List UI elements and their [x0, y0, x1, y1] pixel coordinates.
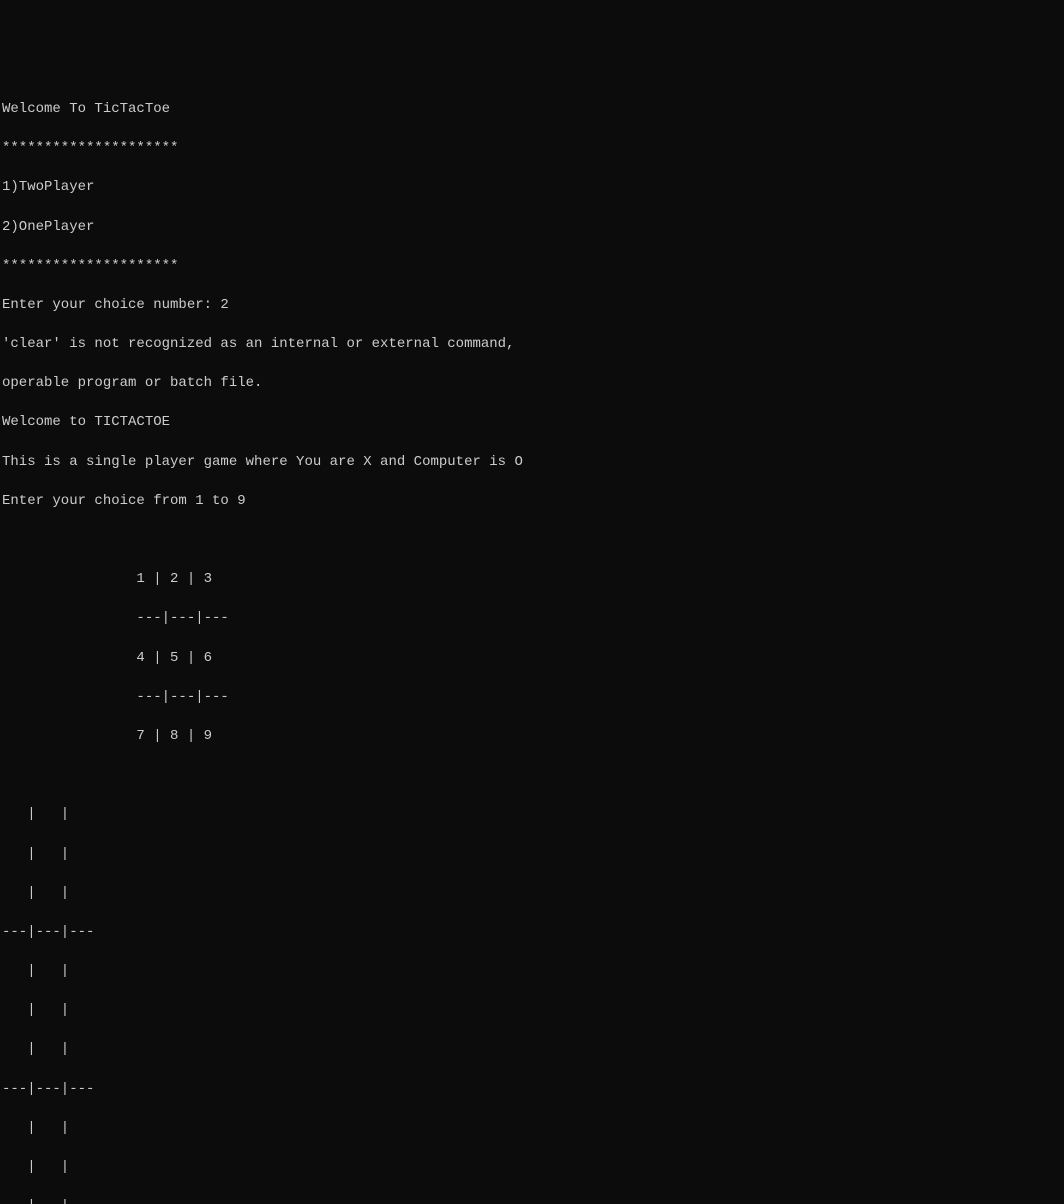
- blank-line: [2, 766, 1062, 786]
- welcome-title: Welcome To TicTacToe: [2, 100, 1062, 120]
- game-board-row: | |: [2, 1197, 1062, 1204]
- game-board-row: | |: [2, 1158, 1062, 1178]
- game-board-row: | |: [2, 884, 1062, 904]
- game-board-separator: ---|---|---: [2, 1080, 1062, 1100]
- game-board-row: | |: [2, 1119, 1062, 1139]
- game-board-separator: ---|---|---: [2, 923, 1062, 943]
- reference-grid-row: 1 | 2 | 3: [2, 570, 1062, 590]
- reference-grid-row: 7 | 8 | 9: [2, 727, 1062, 747]
- range-prompt: Enter your choice from 1 to 9: [2, 492, 1062, 512]
- game-description: This is a single player game where You a…: [2, 453, 1062, 473]
- game-board-row: | |: [2, 1001, 1062, 1021]
- game-board-row: | |: [2, 962, 1062, 982]
- divider: *********************: [2, 257, 1062, 277]
- reference-grid-separator: ---|---|---: [2, 688, 1062, 708]
- blank-line: [2, 531, 1062, 551]
- welcome-subtitle: Welcome to TICTACTOE: [2, 413, 1062, 433]
- menu-option-twoplayer: 1)TwoPlayer: [2, 178, 1062, 198]
- game-board-row: | |: [2, 805, 1062, 825]
- game-board-row: | |: [2, 845, 1062, 865]
- terminal-output[interactable]: Welcome To TicTacToe *******************…: [2, 80, 1062, 1204]
- error-message: 'clear' is not recognized as an internal…: [2, 335, 1062, 355]
- divider: *********************: [2, 139, 1062, 159]
- error-message: operable program or batch file.: [2, 374, 1062, 394]
- game-board-row: | |: [2, 1040, 1062, 1060]
- menu-option-oneplayer: 2)OnePlayer: [2, 218, 1062, 238]
- choice-prompt: Enter your choice number: 2: [2, 296, 1062, 316]
- reference-grid-row: 4 | 5 | 6: [2, 649, 1062, 669]
- reference-grid-separator: ---|---|---: [2, 609, 1062, 629]
